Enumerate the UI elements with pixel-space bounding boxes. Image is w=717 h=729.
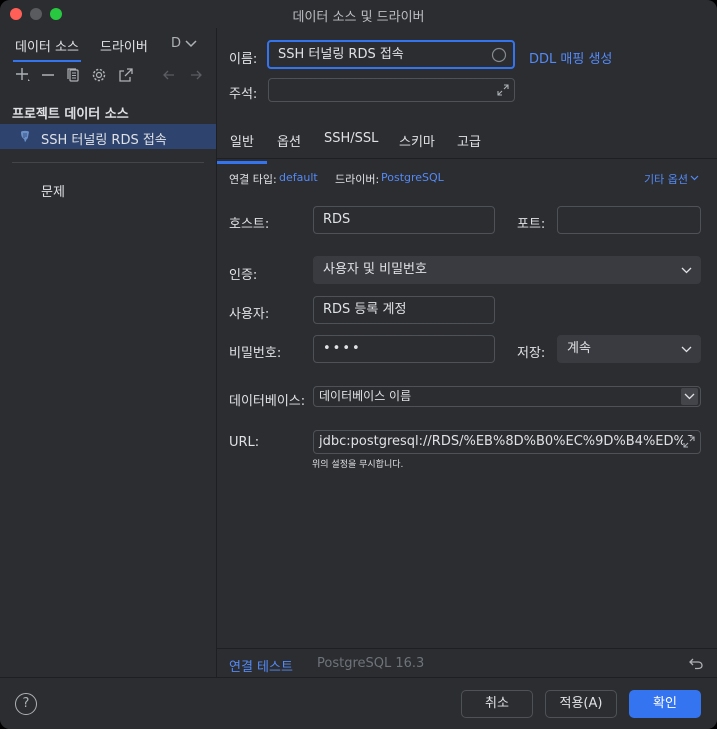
name-field[interactable]: SSH 터널링 RDS 접속 bbox=[267, 40, 515, 69]
password-label: 비밀번호: bbox=[229, 346, 282, 361]
tab-drivers[interactable]: 드라이버 bbox=[100, 36, 148, 55]
url-label: URL: bbox=[229, 435, 260, 450]
save-label: 저장: bbox=[517, 346, 546, 361]
comment-field[interactable] bbox=[268, 78, 515, 102]
tab-advanced[interactable]: 고급 bbox=[457, 131, 481, 150]
auth-value: 사용자 및 비밀번호 bbox=[323, 262, 427, 277]
database-label: 데이터베이스: bbox=[229, 394, 306, 409]
auth-select[interactable]: 사용자 및 비밀번호 bbox=[313, 256, 701, 284]
left-toolbar bbox=[0, 64, 216, 88]
expand-icon[interactable] bbox=[683, 436, 695, 448]
undo-icon[interactable] bbox=[689, 656, 703, 670]
tab-schemas[interactable]: 스키마 bbox=[399, 131, 435, 150]
chevron-down-icon bbox=[681, 346, 692, 353]
remove-icon[interactable] bbox=[40, 67, 56, 83]
other-options-link[interactable]: 기타 옵션 bbox=[644, 171, 688, 187]
right-panel: 이름: SSH 터널링 RDS 접속 DDL 매핑 생성 주석: 일반 옵션 S… bbox=[217, 28, 717, 677]
connection-type-link[interactable]: default bbox=[279, 171, 318, 184]
driver-version: PostgreSQL 16.3 bbox=[317, 656, 425, 671]
port-field[interactable] bbox=[557, 206, 701, 234]
tab-general[interactable]: 일반 bbox=[217, 131, 267, 164]
cancel-button[interactable]: 취소 bbox=[461, 690, 533, 718]
name-label: 이름: bbox=[229, 52, 258, 67]
password-value: •••• bbox=[323, 341, 362, 356]
settings-tabs: 일반 옵션 SSH/SSL 스키마 고급 bbox=[217, 124, 717, 164]
chevron-down-icon[interactable] bbox=[185, 40, 197, 48]
user-value: RDS 등록 계정 bbox=[323, 302, 407, 317]
chevron-down-icon bbox=[684, 393, 695, 400]
url-value: jdbc:postgresql://RDS/%EB%8D%B0%EC%9D%B4… bbox=[319, 434, 695, 449]
copy-icon[interactable] bbox=[66, 67, 82, 83]
tab-overflow[interactable]: D bbox=[171, 36, 181, 51]
save-select[interactable]: 계속 bbox=[557, 335, 701, 363]
left-tabs: 데이터 소스 드라이버 D bbox=[0, 28, 216, 62]
forward-arrow-icon[interactable] bbox=[189, 68, 203, 82]
user-label: 사용자: bbox=[229, 307, 270, 322]
problems-item[interactable]: 문제 bbox=[41, 181, 65, 200]
help-button[interactable]: ? bbox=[15, 693, 37, 715]
auth-label: 인증: bbox=[229, 268, 258, 283]
host-value: RDS bbox=[323, 212, 351, 227]
comment-label: 주석: bbox=[229, 87, 258, 102]
divider bbox=[12, 162, 204, 163]
title-bar: 데이터 소스 및 드라이버 bbox=[0, 0, 717, 28]
expand-icon[interactable] bbox=[497, 84, 509, 96]
chevron-down-icon bbox=[681, 267, 692, 274]
connection-bar: 연결 테스트 PostgreSQL 16.3 bbox=[217, 648, 717, 678]
port-label: 포트: bbox=[517, 217, 546, 232]
save-value: 계속 bbox=[567, 341, 591, 356]
status-circle-icon bbox=[491, 47, 507, 63]
connection-type-label: 연결 타입: bbox=[229, 173, 277, 186]
apply-button[interactable]: 적용(A) bbox=[545, 690, 617, 718]
add-icon[interactable] bbox=[15, 67, 31, 83]
driver-label: 드라이버: bbox=[335, 173, 380, 186]
open-external-icon[interactable] bbox=[118, 67, 134, 83]
gear-icon[interactable] bbox=[91, 67, 107, 83]
ok-button[interactable]: 확인 bbox=[629, 690, 701, 718]
tab-ssh-ssl[interactable]: SSH/SSL bbox=[324, 131, 378, 146]
chevron-down-icon[interactable] bbox=[690, 175, 699, 181]
left-panel: 데이터 소스 드라이버 D 프로젝트 데이터 소스 SSH 터널링 RDS 접속… bbox=[0, 28, 217, 677]
data-source-item[interactable]: SSH 터널링 RDS 접속 bbox=[0, 124, 216, 149]
tab-data-sources[interactable]: 데이터 소스 bbox=[13, 36, 81, 62]
postgresql-elephant-icon bbox=[21, 130, 29, 142]
driver-link[interactable]: PostgreSQL bbox=[381, 171, 444, 184]
url-field[interactable]: jdbc:postgresql://RDS/%EB%8D%B0%EC%9D%B4… bbox=[313, 430, 701, 454]
host-label: 호스트: bbox=[229, 217, 270, 232]
project-data-sources-heading: 프로젝트 데이터 소스 bbox=[12, 107, 129, 122]
database-placeholder: 데이터베이스 이름 bbox=[319, 389, 412, 403]
database-field[interactable]: 데이터베이스 이름 bbox=[313, 386, 701, 407]
data-source-label: SSH 터널링 RDS 접속 bbox=[41, 133, 167, 148]
host-field[interactable]: RDS bbox=[313, 206, 495, 234]
data-sources-dialog: 데이터 소스 및 드라이버 데이터 소스 드라이버 D 프로젝트 데이터 소스 … bbox=[0, 0, 717, 729]
ddl-mapping-link[interactable]: DDL 매핑 생성 bbox=[529, 48, 612, 67]
dialog-footer: ? 취소 적용(A) 확인 bbox=[0, 677, 717, 729]
user-field[interactable]: RDS 등록 계정 bbox=[313, 296, 495, 324]
database-dropdown-button[interactable] bbox=[681, 388, 698, 405]
window-title: 데이터 소스 및 드라이버 bbox=[292, 10, 425, 25]
url-hint: 위의 설정을 무시합니다. bbox=[312, 460, 404, 470]
back-arrow-icon[interactable] bbox=[162, 68, 176, 82]
name-value: SSH 터널링 RDS 접속 bbox=[278, 47, 404, 62]
password-field[interactable]: •••• bbox=[313, 335, 495, 363]
test-connection-link[interactable]: 연결 테스트 bbox=[229, 656, 293, 675]
tab-options[interactable]: 옵션 bbox=[277, 131, 301, 150]
